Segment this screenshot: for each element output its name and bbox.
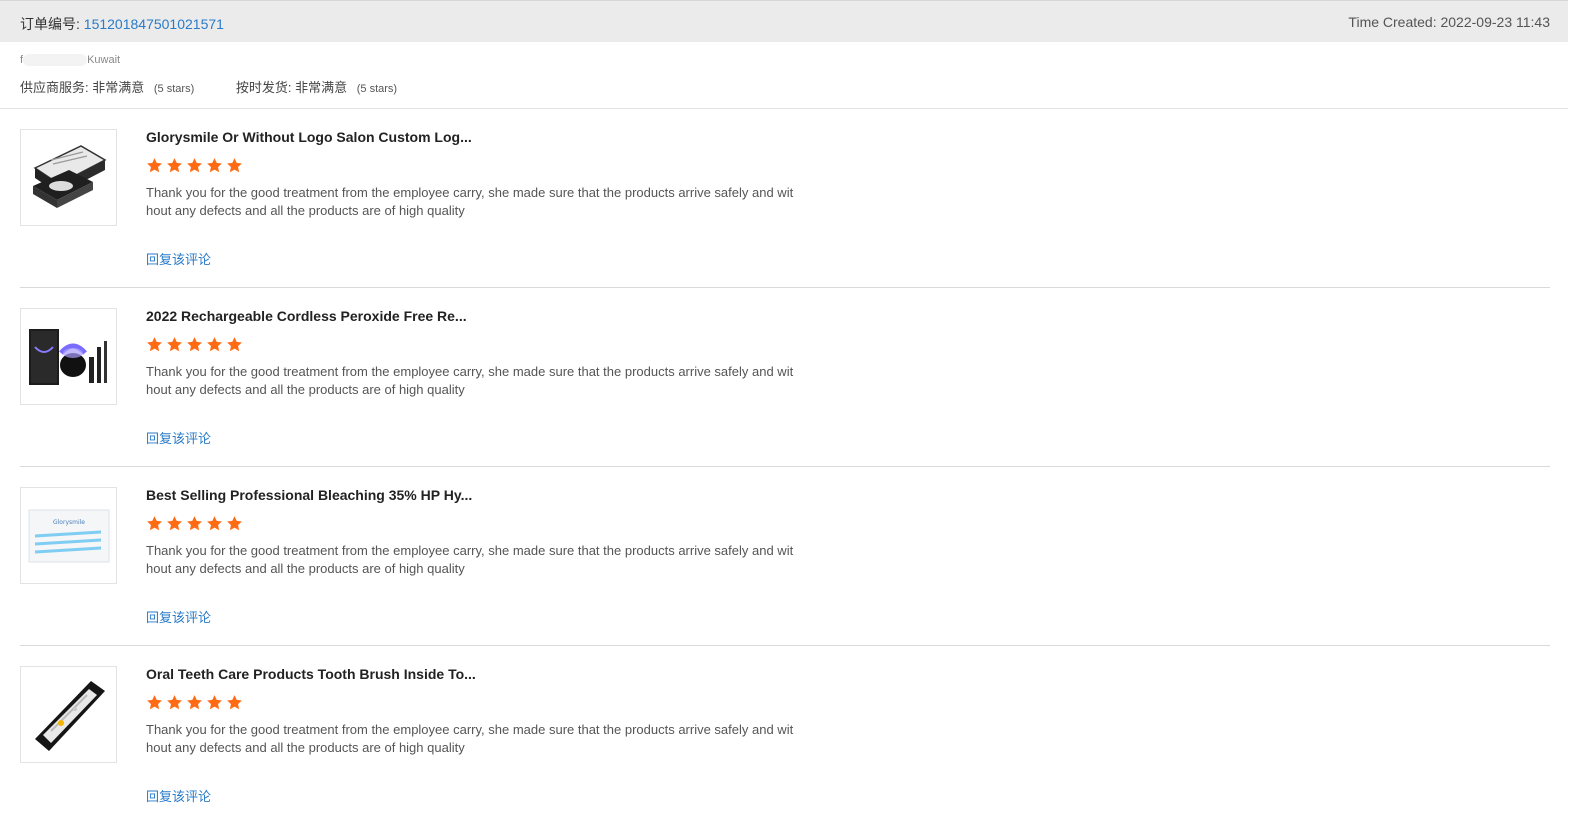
star-icon bbox=[187, 337, 202, 352]
star-icon bbox=[207, 516, 222, 531]
review-comment: Thank you for the good treatment from th… bbox=[146, 364, 794, 397]
star-rating bbox=[146, 157, 243, 174]
buyer-country: Kuwait bbox=[87, 54, 121, 66]
star-rating bbox=[146, 336, 243, 353]
product-thumbnail[interactable] bbox=[20, 666, 117, 763]
product-title[interactable]: 2022 Rechargeable Cordless Peroxide Free… bbox=[146, 308, 467, 324]
star-icon bbox=[147, 695, 162, 710]
reply-review-link[interactable]: 回复该评论 bbox=[146, 249, 211, 268]
product-thumbnail[interactable] bbox=[20, 129, 117, 226]
star-icon bbox=[147, 337, 162, 352]
reply-review-link[interactable]: 回复该评论 bbox=[146, 428, 211, 447]
buyer-info: f Kuwait bbox=[20, 54, 121, 67]
product-image-icon bbox=[35, 681, 105, 751]
time-created: Time Created: 2022-09-23 11:43 bbox=[1348, 14, 1550, 30]
review-item: Glorysmile Or Without Logo Salon Custom … bbox=[20, 109, 1550, 288]
product-image-icon bbox=[33, 145, 107, 208]
product-title[interactable]: Oral Teeth Care Products Tooth Brush Ins… bbox=[146, 666, 476, 682]
order-number-caption: 订单编号: bbox=[20, 16, 80, 32]
star-icon bbox=[187, 695, 202, 710]
star-icon bbox=[147, 158, 162, 173]
rating-note: (5 stars) bbox=[356, 83, 398, 95]
svg-text:Glorysmile: Glorysmile bbox=[53, 519, 85, 526]
rating-on-time-delivery: 按时发货: 非常满意 (5 stars) bbox=[236, 77, 397, 96]
star-icon bbox=[227, 695, 242, 710]
order-number-label: 订单编号: 151201847501021571 bbox=[20, 14, 224, 34]
star-icon bbox=[227, 158, 242, 173]
star-rating bbox=[146, 694, 243, 711]
star-icon bbox=[167, 695, 182, 710]
review-item: Oral Teeth Care Products Tooth Brush Ins… bbox=[20, 646, 1550, 825]
star-icon bbox=[227, 516, 242, 531]
product-title[interactable]: Best Selling Professional Bleaching 35% … bbox=[146, 487, 472, 503]
buyer-name-mask bbox=[23, 54, 88, 67]
star-icon bbox=[147, 516, 162, 531]
rating-supplier-service: 供应商服务: 非常满意 (5 stars) bbox=[20, 77, 194, 96]
rating-label: 供应商服务: bbox=[20, 80, 89, 95]
rating-label: 按时发货: bbox=[235, 80, 292, 95]
review-item: 2022 Rechargeable Cordless Peroxide Free… bbox=[20, 288, 1550, 467]
product-thumbnail[interactable]: Glorysmile bbox=[20, 487, 117, 584]
star-icon bbox=[207, 695, 222, 710]
star-icon bbox=[187, 516, 202, 531]
product-thumbnail[interactable] bbox=[20, 308, 117, 405]
rating-note: (5 stars) bbox=[153, 83, 195, 95]
review-comment: Thank you for the good treatment from th… bbox=[146, 185, 794, 218]
reply-review-link[interactable]: 回复该评论 bbox=[146, 607, 211, 626]
star-icon bbox=[207, 337, 222, 352]
star-icon bbox=[187, 158, 202, 173]
product-image-icon bbox=[29, 329, 107, 385]
rating-value: 非常满意 bbox=[92, 80, 145, 95]
product-image-icon: Glorysmile bbox=[28, 509, 110, 563]
star-icon bbox=[207, 158, 222, 173]
star-icon bbox=[167, 158, 182, 173]
rating-value: 非常满意 bbox=[295, 80, 348, 95]
star-icon bbox=[167, 337, 182, 352]
star-rating bbox=[146, 515, 243, 532]
star-icon bbox=[167, 516, 182, 531]
supplier-ratings: 供应商服务: 非常满意 (5 stars) 按时发货: 非常满意 (5 star… bbox=[20, 77, 435, 96]
reply-review-link[interactable]: 回复该评论 bbox=[146, 786, 211, 805]
order-number-link[interactable]: 151201847501021571 bbox=[84, 16, 224, 32]
star-icon bbox=[227, 337, 242, 352]
review-comment: Thank you for the good treatment from th… bbox=[146, 722, 794, 755]
order-header: 订单编号: 151201847501021571 Time Created: 2… bbox=[0, 0, 1568, 42]
review-item: Glorysmile Best Selling Professional Ble… bbox=[20, 467, 1550, 646]
product-title[interactable]: Glorysmile Or Without Logo Salon Custom … bbox=[146, 129, 472, 145]
review-comment: Thank you for the good treatment from th… bbox=[146, 543, 794, 576]
